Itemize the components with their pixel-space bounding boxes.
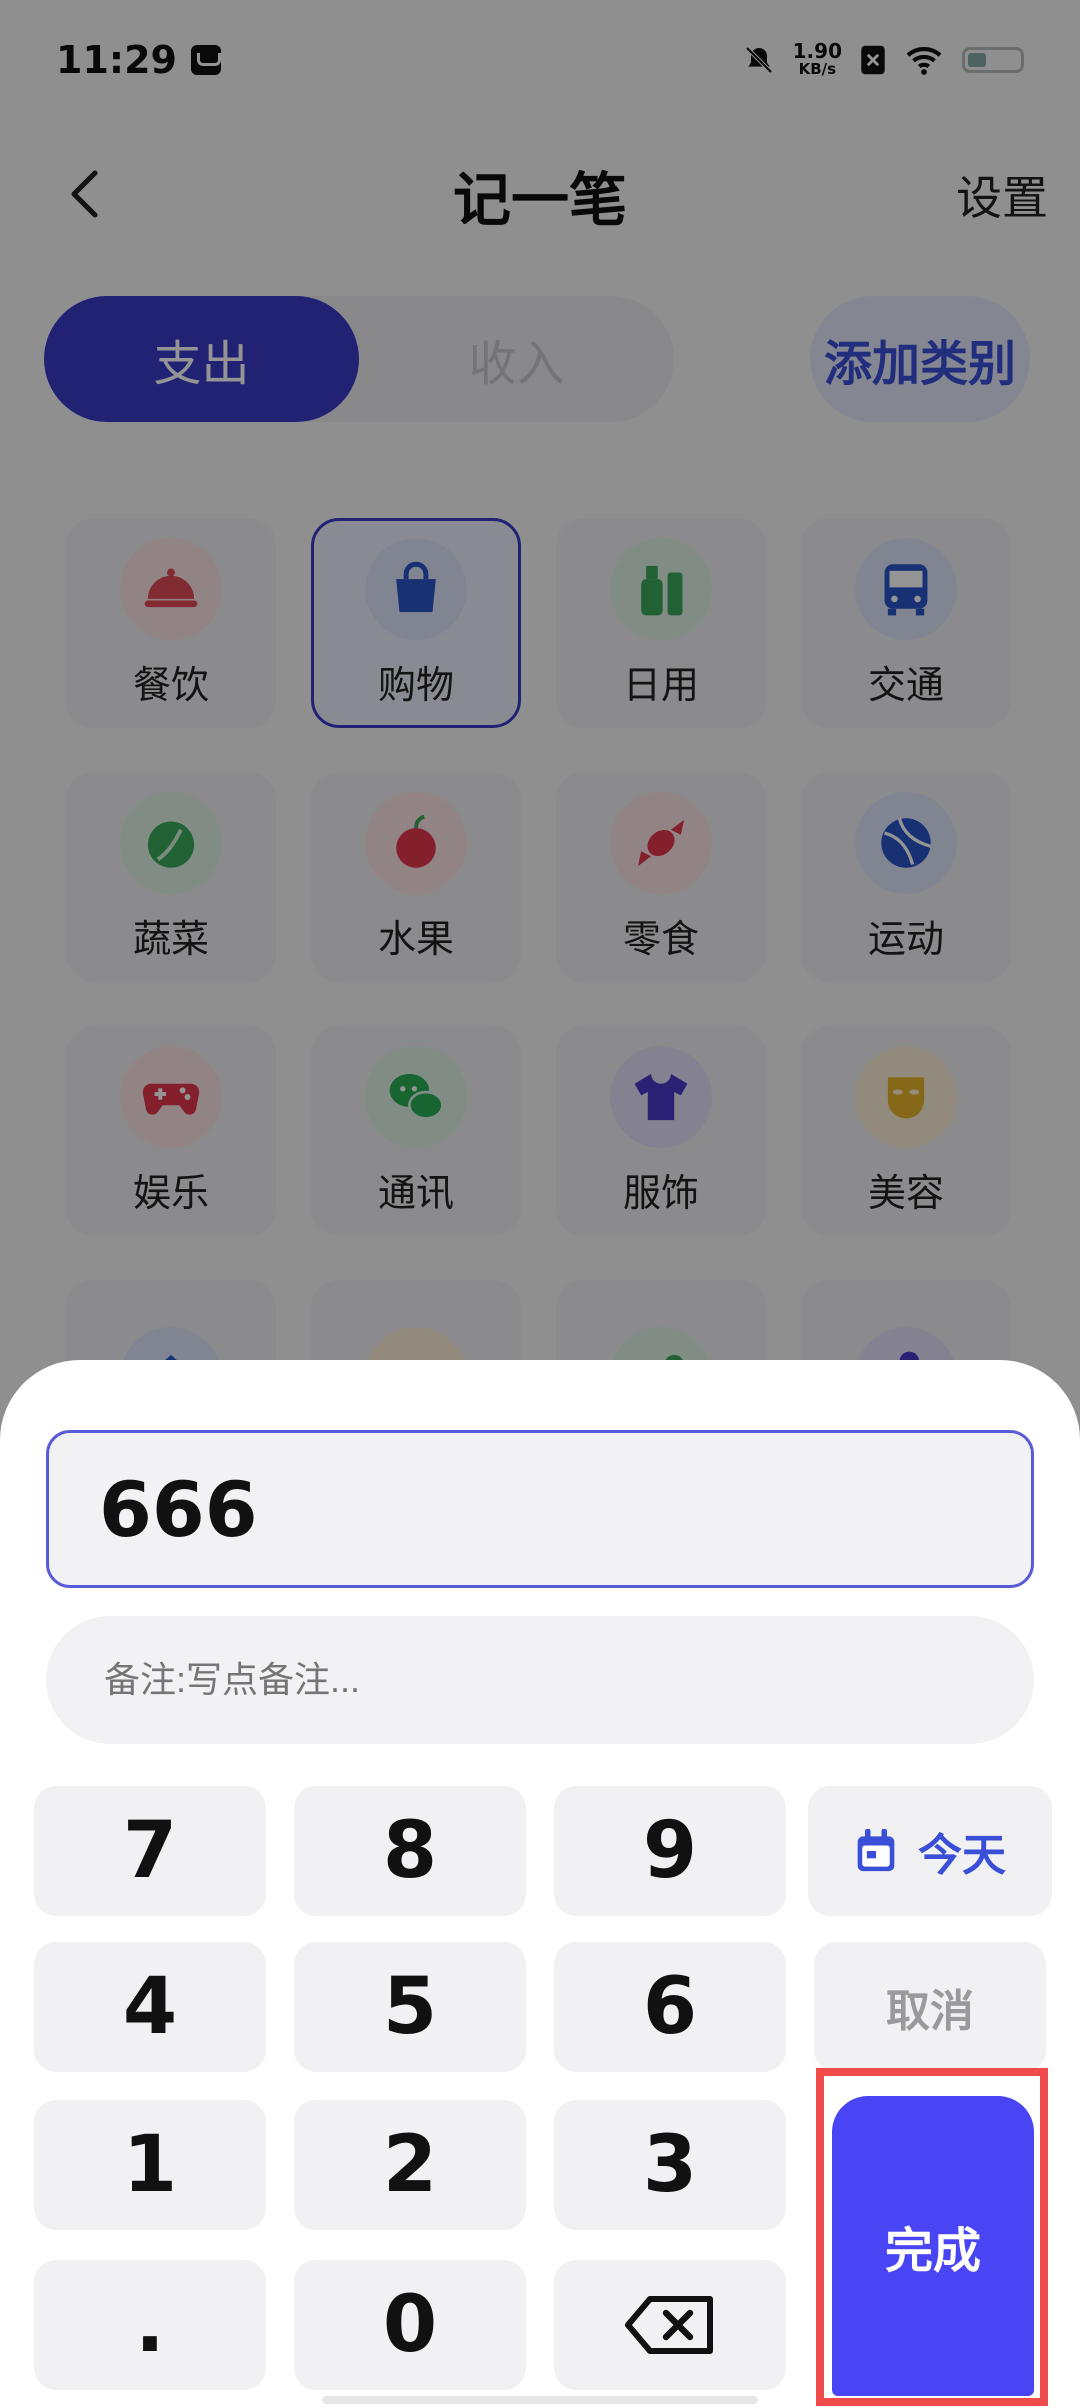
key-5[interactable]: 5: [294, 1942, 526, 2072]
home-indicator: [322, 2396, 758, 2404]
key-4[interactable]: 4: [34, 1942, 266, 2072]
calendar-icon: [857, 1829, 895, 1872]
today-button[interactable]: 今天: [808, 1786, 1052, 1916]
note-input[interactable]: [46, 1616, 1034, 1744]
key-8[interactable]: 8: [294, 1786, 526, 1916]
amount-display[interactable]: 666: [46, 1430, 1034, 1588]
cancel-button[interactable]: 取消: [814, 1942, 1046, 2072]
key-3[interactable]: 3: [554, 2100, 786, 2230]
key-6[interactable]: 6: [554, 1942, 786, 2072]
backspace-icon: [625, 2296, 713, 2354]
key-7[interactable]: 7: [34, 1786, 266, 1916]
key-2[interactable]: 2: [294, 2100, 526, 2230]
key-decimal[interactable]: .: [34, 2260, 266, 2390]
done-button[interactable]: 完成: [832, 2096, 1034, 2396]
key-9[interactable]: 9: [554, 1786, 786, 1916]
key-0[interactable]: 0: [294, 2260, 526, 2390]
today-label: 今天: [918, 1830, 1006, 1881]
backspace-button[interactable]: [554, 2260, 786, 2390]
key-1[interactable]: 1: [34, 2100, 266, 2230]
screen: 11:29 1.90 KB/s 记一笔 设置 支出 收入 添加类别 餐饮 购物 …: [0, 0, 1080, 2408]
